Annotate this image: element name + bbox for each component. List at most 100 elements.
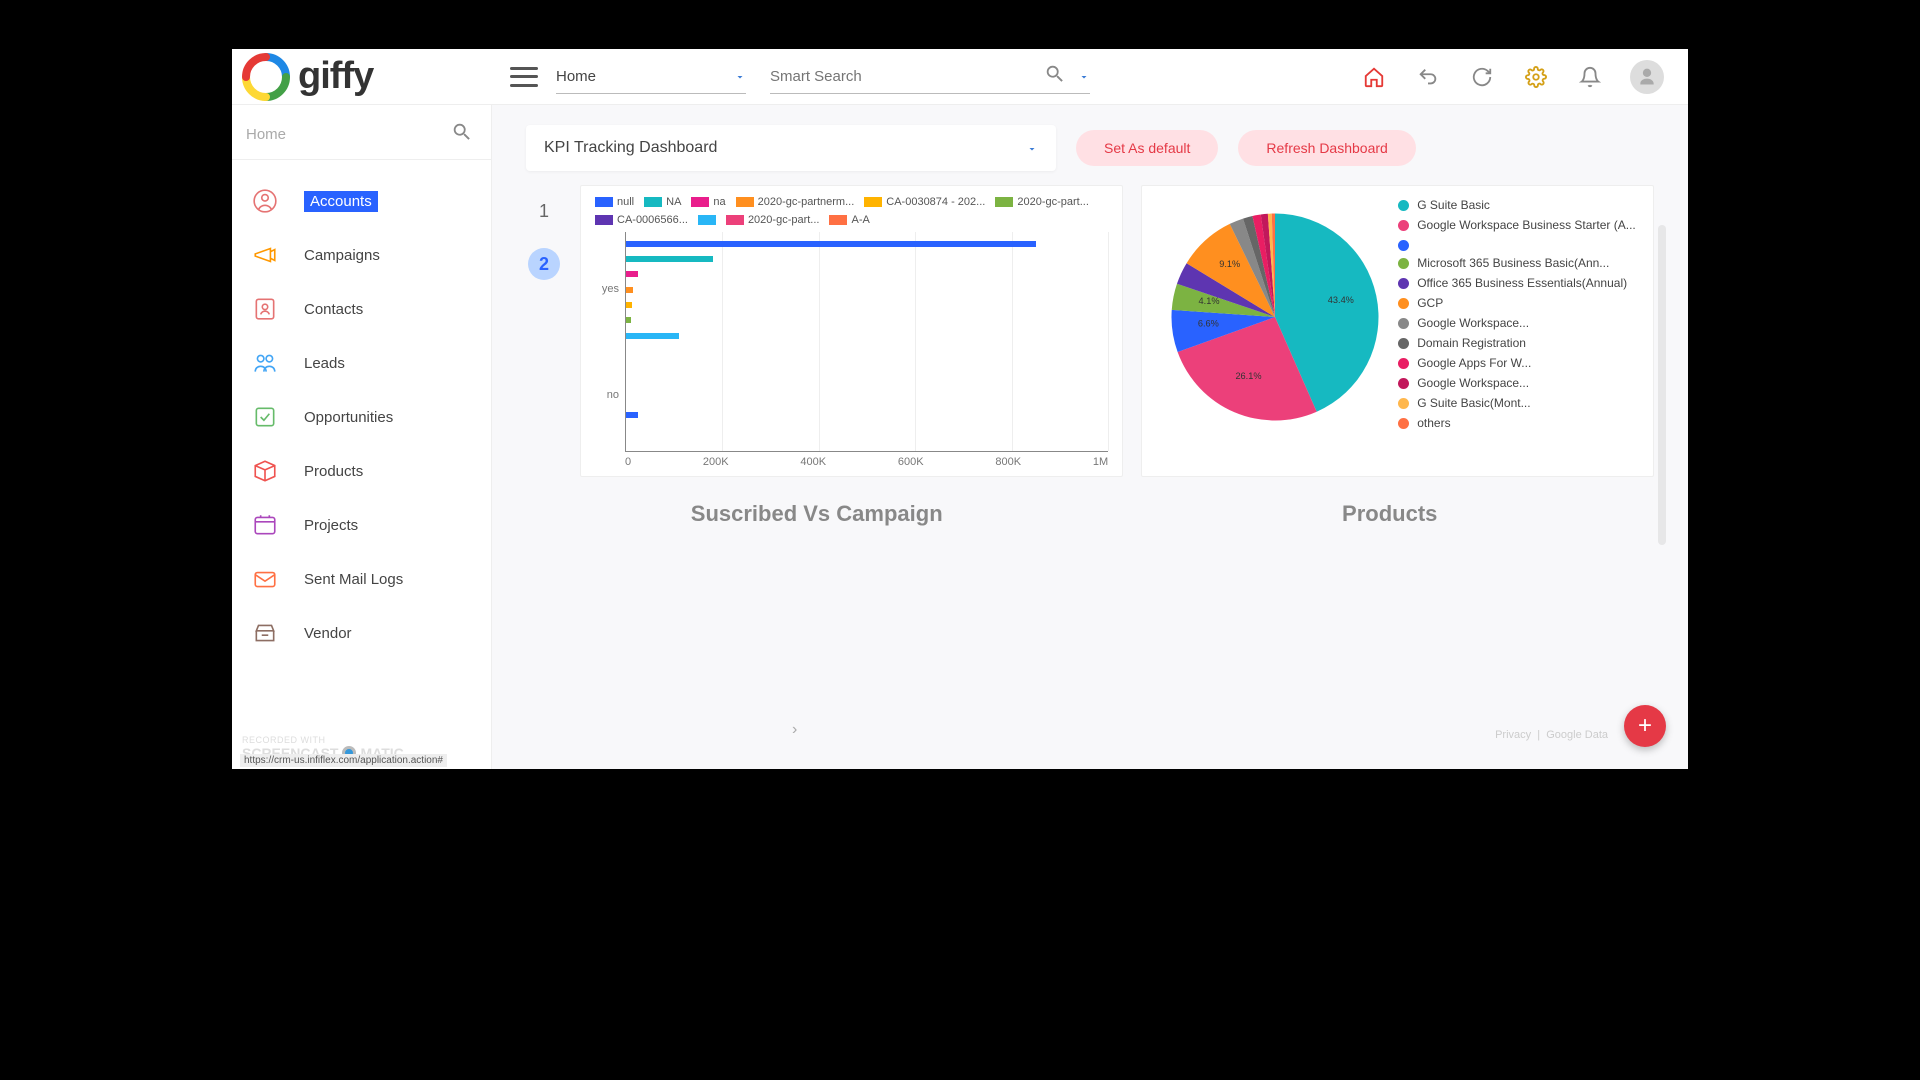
legend-item[interactable]: Domain Registration	[1398, 336, 1645, 351]
sidebar-item-opportunities[interactable]: Opportunities	[232, 390, 491, 444]
user-circle-icon	[250, 186, 280, 216]
pie-chart: 43.4%26.1%6.6%4.1%9.1%	[1160, 202, 1390, 432]
sidebar-item-label: Products	[304, 463, 363, 480]
search-options-chevron-icon[interactable]	[1078, 70, 1090, 82]
search-icon[interactable]	[1044, 63, 1066, 90]
section-title-subscribed: Suscribed Vs Campaign	[526, 501, 1107, 527]
bar-segment[interactable]	[626, 271, 638, 277]
sidebar-item-sent-mail-logs[interactable]: Sent Mail Logs	[232, 552, 491, 606]
dashboard-selector[interactable]: KPI Tracking Dashboard	[526, 125, 1056, 171]
legend-item[interactable]: NA	[644, 196, 681, 208]
sidebar-item-accounts[interactable]: Accounts	[232, 174, 491, 228]
bar-segment[interactable]	[626, 302, 632, 308]
opportunity-icon	[250, 402, 280, 432]
status-url: https://crm-us.infiflex.com/application.…	[240, 754, 447, 767]
sidebar-item-label: Leads	[304, 355, 345, 372]
module-selector[interactable]: Home	[556, 60, 746, 94]
module-selector-label: Home	[556, 68, 596, 85]
legend-item[interactable]: A-A	[829, 214, 869, 226]
chevron-down-icon	[734, 70, 746, 82]
topbar: giffy Home	[232, 49, 1688, 105]
legend-item[interactable]: 2020-gc-part...	[726, 214, 820, 226]
sidebar-item-vendor[interactable]: Vendor	[232, 606, 491, 660]
project-icon	[250, 510, 280, 540]
legend-item[interactable]: others	[1398, 416, 1645, 431]
legend-item[interactable]: Microsoft 365 Business Basic(Ann...	[1398, 256, 1645, 271]
logo-swirl-icon	[242, 53, 290, 101]
expand-chevron-icon[interactable]: ›	[792, 721, 797, 739]
legend-item[interactable]: Google Workspace...	[1398, 376, 1645, 391]
bell-icon[interactable]	[1576, 63, 1604, 91]
step-2[interactable]: 2	[528, 248, 560, 280]
legend-item[interactable]: G Suite Basic	[1398, 198, 1645, 213]
bar-segment[interactable]	[626, 287, 633, 293]
undo-icon[interactable]	[1414, 63, 1442, 91]
legend-item[interactable]	[698, 214, 716, 226]
fab-add-button[interactable]: +	[1624, 705, 1666, 747]
legend-item[interactable]: na	[691, 196, 725, 208]
scrollbar[interactable]	[1658, 225, 1666, 545]
pie-chart-legend: G Suite Basic Google Workspace Business S…	[1390, 194, 1645, 468]
chevron-down-icon	[1026, 142, 1038, 154]
sidebar-search[interactable]: Home	[232, 111, 491, 160]
set-default-button[interactable]: Set As default	[1076, 130, 1218, 166]
sidebar-item-label: Projects	[304, 517, 358, 534]
legend-item[interactable]: null	[595, 196, 634, 208]
pie-chart-panel: 43.4%26.1%6.6%4.1%9.1% G Suite BasicGoog…	[1141, 185, 1654, 477]
step-indicator: 1 2	[526, 185, 562, 477]
sidebar-item-leads[interactable]: Leads	[232, 336, 491, 390]
bar-segment[interactable]	[626, 317, 631, 323]
sidebar-item-label: Opportunities	[304, 409, 393, 426]
pie-label: 43.4%	[1328, 295, 1354, 305]
legend-item[interactable]	[1398, 238, 1645, 251]
legend-item[interactable]: Office 365 Business Essentials(Annual)	[1398, 276, 1645, 291]
section-title-products: Products	[1125, 501, 1654, 527]
legend-item[interactable]: Google Workspace...	[1398, 316, 1645, 331]
leads-icon	[250, 348, 280, 378]
sidebar: Home Accounts Campaigns Contacts Leads Oppor…	[232, 105, 492, 769]
legend-item[interactable]: 2020-gc-partnerm...	[736, 196, 855, 208]
sidebar-item-contacts[interactable]: Contacts	[232, 282, 491, 336]
legend-item[interactable]: 2020-gc-part...	[995, 196, 1089, 208]
sidebar-item-projects[interactable]: Projects	[232, 498, 491, 552]
pie-label: 9.1%	[1219, 259, 1240, 269]
bar-chart: yesno	[595, 232, 1108, 452]
sidebar-item-label: Campaigns	[304, 247, 380, 264]
smart-search[interactable]	[770, 60, 1090, 94]
footer-links: Privacy | Google Data	[1495, 729, 1608, 741]
bar-segment[interactable]	[626, 256, 713, 262]
legend-item[interactable]: CA-0030874 - 202...	[864, 196, 985, 208]
legend-item[interactable]: G Suite Basic(Mont...	[1398, 396, 1645, 411]
legend-item[interactable]: GCP	[1398, 296, 1645, 311]
sidebar-item-campaigns[interactable]: Campaigns	[232, 228, 491, 282]
legend-item[interactable]: CA-0006566...	[595, 214, 688, 226]
sidebar-item-label: Contacts	[304, 301, 363, 318]
bar-segment[interactable]	[626, 241, 1036, 247]
bar-segment[interactable]	[626, 333, 679, 339]
pie-label: 4.1%	[1199, 296, 1220, 306]
logo[interactable]: giffy	[232, 53, 492, 101]
top-actions	[1360, 60, 1688, 94]
contact-icon	[250, 294, 280, 324]
dashboard-selector-label: KPI Tracking Dashboard	[544, 139, 717, 157]
mail-icon	[250, 564, 280, 594]
logo-text: giffy	[298, 55, 373, 98]
sidebar-search-placeholder: Home	[246, 126, 286, 143]
legend-item[interactable]: Google Workspace Business Starter (A...	[1398, 218, 1645, 233]
search-input[interactable]	[770, 62, 1044, 91]
refresh-dashboard-button[interactable]: Refresh Dashboard	[1238, 130, 1415, 166]
gear-icon[interactable]	[1522, 63, 1550, 91]
bar-segment[interactable]	[626, 412, 638, 418]
home-icon[interactable]	[1360, 63, 1388, 91]
search-icon[interactable]	[451, 121, 473, 147]
pie-label: 26.1%	[1236, 371, 1262, 381]
product-icon	[250, 456, 280, 486]
vendor-icon	[250, 618, 280, 648]
legend-item[interactable]: Google Apps For W...	[1398, 356, 1645, 371]
sidebar-item-products[interactable]: Products	[232, 444, 491, 498]
refresh-icon[interactable]	[1468, 63, 1496, 91]
step-1[interactable]: 1	[539, 201, 549, 222]
sidebar-item-label: Accounts	[304, 191, 378, 212]
user-avatar[interactable]	[1630, 60, 1664, 94]
menu-toggle-icon[interactable]	[510, 67, 538, 87]
